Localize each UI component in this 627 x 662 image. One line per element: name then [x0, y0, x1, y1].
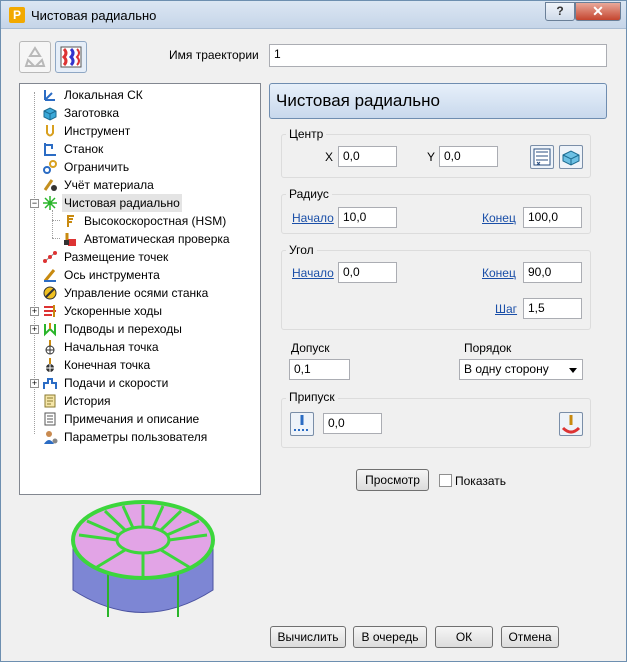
toolpath-name-label: Имя траектории: [169, 48, 259, 62]
center-x-input[interactable]: 0,0: [338, 146, 397, 167]
recycle-icon: [24, 46, 46, 67]
tree-guide: [52, 220, 60, 221]
angle-start-link[interactable]: Начало: [292, 266, 334, 280]
angle-start-input[interactable]: 0,0: [338, 262, 397, 283]
radius-end-input[interactable]: 100,0: [523, 207, 582, 228]
ok-button[interactable]: ОК: [435, 626, 493, 648]
calculator-icon: [533, 148, 551, 166]
rapid-icon: [44, 305, 56, 317]
pattern-button[interactable]: [55, 41, 87, 73]
preview-button[interactable]: Просмотр: [356, 469, 429, 491]
component-allowance-icon: [561, 415, 581, 434]
axes-icon: [44, 90, 55, 101]
tool-axis-icon: [43, 269, 56, 282]
allowance-mode-icon: [294, 415, 310, 431]
block-icon: [43, 107, 57, 121]
hsm-icon: [67, 215, 74, 227]
radial-icon: [43, 196, 57, 210]
radius-end-link[interactable]: Конец: [482, 211, 516, 225]
angle-step-link[interactable]: Шаг: [495, 302, 517, 316]
center-y-label: Y: [427, 150, 436, 164]
leads-links-icon: [44, 323, 56, 337]
tolerance-label: Допуск: [291, 341, 330, 355]
order-label: Порядок: [464, 341, 512, 355]
auto-check-icon: [64, 233, 76, 246]
feeds-icon: [43, 378, 57, 389]
radius-title: Радиус: [286, 187, 332, 201]
history-icon: [44, 394, 56, 408]
title-bar: P Чистовая радиально ? ✕: [1, 1, 626, 29]
tool-icon: [46, 125, 54, 137]
block-center-button[interactable]: [559, 145, 583, 169]
axis-control-icon: [43, 286, 57, 300]
start-point-icon: [45, 340, 55, 355]
allowance-input[interactable]: 0,0: [323, 413, 382, 434]
radius-start-input[interactable]: 10,0: [338, 207, 397, 228]
angle-end-input[interactable]: 90,0: [523, 262, 582, 283]
block-center-icon: [562, 150, 580, 166]
chevron-down-icon: [569, 368, 577, 373]
center-y-input[interactable]: 0,0: [439, 146, 498, 167]
order-select-value: В одну сторону: [464, 362, 549, 376]
calculate-button[interactable]: Вычислить: [270, 626, 346, 648]
tree-guide: [52, 238, 60, 239]
tree-guide: [52, 210, 53, 238]
show-label: Показать: [455, 474, 507, 488]
limit-icon: [43, 160, 57, 174]
radius-start-link[interactable]: Начало: [292, 211, 334, 225]
help-button[interactable]: ?: [545, 2, 575, 21]
angle-step-input[interactable]: 1,5: [523, 298, 582, 319]
end-point-icon: [46, 358, 54, 372]
stock-model-icon: [43, 179, 57, 191]
show-checkbox[interactable]: [439, 474, 452, 487]
settings-tree: Локальная СК Заготовка Инструмент Станок…: [19, 83, 261, 495]
app-icon: P: [9, 7, 25, 23]
toolpath-name-input[interactable]: 1: [269, 44, 607, 67]
machine-icon: [44, 143, 56, 156]
tolerance-input[interactable]: 0,1: [289, 359, 350, 380]
angle-end-link[interactable]: Конец: [482, 266, 516, 280]
center-x-label: X: [325, 150, 334, 164]
window-title: Чистовая радиально: [31, 8, 157, 23]
allowance-title: Припуск: [286, 390, 338, 404]
angle-title: Угол: [286, 243, 317, 257]
calculator-button[interactable]: [530, 145, 554, 169]
strategy-title: Чистовая радиально: [276, 91, 440, 110]
tree-expander[interactable]: +: [30, 379, 39, 388]
order-select[interactable]: В одну сторону: [459, 359, 583, 380]
close-button[interactable]: ✕: [575, 2, 621, 21]
model-preview: [71, 500, 215, 617]
user-params-icon: [44, 431, 58, 444]
allowance-mode-button[interactable]: [290, 412, 314, 436]
queue-button[interactable]: В очередь: [353, 626, 427, 648]
points-icon: [43, 251, 57, 263]
dialog-window: P Чистовая радиально ? ✕ Имя траектории …: [0, 0, 627, 662]
tree-expander[interactable]: +: [30, 325, 39, 334]
notes-icon: [44, 412, 56, 426]
pattern-icon: [60, 46, 82, 68]
cancel-button[interactable]: Отмена: [501, 626, 559, 648]
recycle-button[interactable]: [19, 41, 51, 73]
tree-expander[interactable]: +: [30, 307, 39, 316]
tree-expander[interactable]: −: [30, 199, 39, 208]
strategy-header: Чистовая радиально: [269, 83, 607, 119]
center-title: Центр: [286, 127, 327, 141]
component-allowance-button[interactable]: [559, 412, 583, 436]
